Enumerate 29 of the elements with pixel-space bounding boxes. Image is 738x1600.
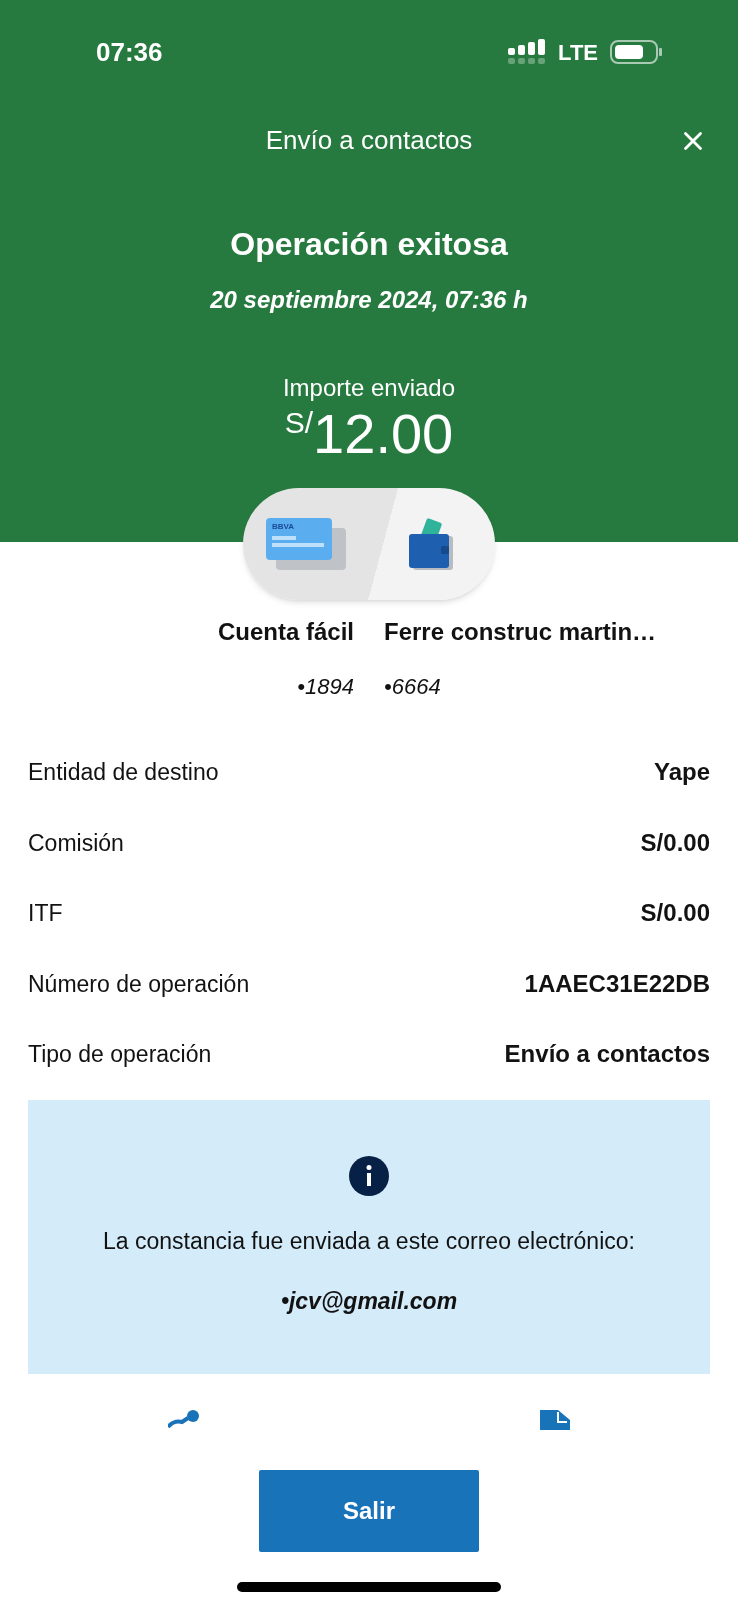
info-icon	[349, 1155, 389, 1196]
exit-button[interactable]: Salir	[259, 1469, 479, 1552]
recipient-name: Ferre construc martin…	[384, 617, 657, 647]
detail-label: ITF	[28, 899, 63, 928]
detail-value: Envío a contactos	[504, 1039, 710, 1070]
notice-email: •jcv@gmail.com	[280, 1287, 458, 1316]
result-title: Operación exitosa	[230, 225, 508, 264]
status-time: 07:36	[96, 35, 163, 69]
source-account-number: •1894	[297, 673, 354, 701]
battery-icon	[610, 39, 662, 65]
detail-value: S/0.00	[640, 898, 710, 929]
document-icon[interactable]	[540, 1409, 570, 1430]
source-account-name: Cuenta fácil	[217, 617, 354, 647]
detail-label: Comisión	[28, 828, 124, 858]
detail-label: Tipo de operación	[28, 1040, 212, 1069]
detail-label: Número de operación	[28, 969, 250, 999]
detail-value: Yape	[653, 757, 710, 788]
screen-title: Envío a contactos	[265, 123, 473, 157]
wallet-icon	[409, 516, 455, 572]
share-icon[interactable]	[168, 1409, 200, 1428]
notice-text: La constancia fue enviada a este correo electrónico:	[103, 1226, 635, 1256]
recipient-number: •6664	[384, 673, 441, 701]
detail-value: S/0.00	[640, 827, 710, 858]
operation-date: 20 septiembre 2024, 07:36 h	[210, 285, 528, 315]
network-type: LTE	[558, 38, 598, 67]
amount-label: Importe enviado	[282, 373, 456, 403]
detail-label: Entidad de destino	[28, 758, 219, 787]
detail-value: 1AAEC31E22DB	[524, 968, 710, 999]
signal-icon	[508, 39, 547, 65]
